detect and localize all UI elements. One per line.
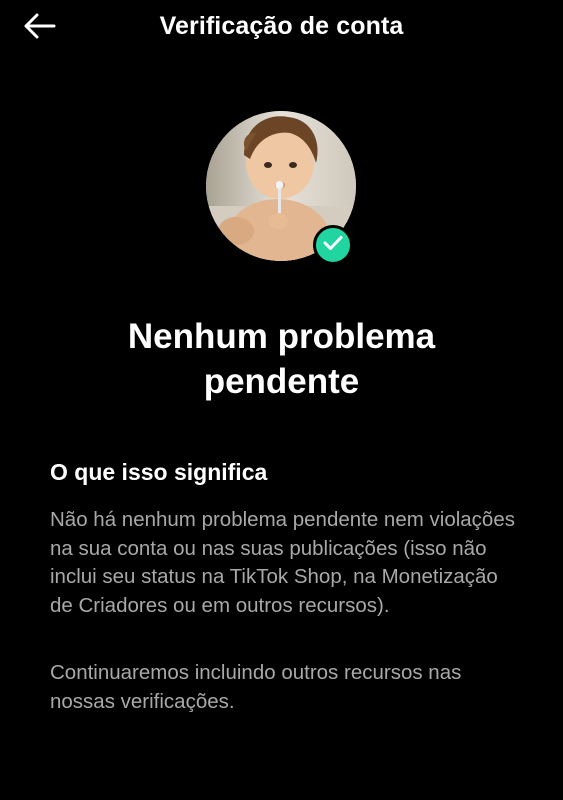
profile-avatar-container — [206, 111, 356, 265]
top-bar: Verificação de conta — [0, 0, 563, 56]
info-paragraph: Continuaremos incluindo outros recursos … — [50, 661, 462, 713]
section-heading: O que isso significa — [50, 459, 268, 485]
check-icon — [323, 235, 343, 256]
explanation-paragraph: Não há nenhum problema pendente nem viol… — [50, 508, 515, 617]
verified-badge — [313, 225, 353, 265]
status-heading: Nenhum problema pendente — [127, 317, 436, 401]
page-title: Verificação de conta — [159, 12, 404, 40]
